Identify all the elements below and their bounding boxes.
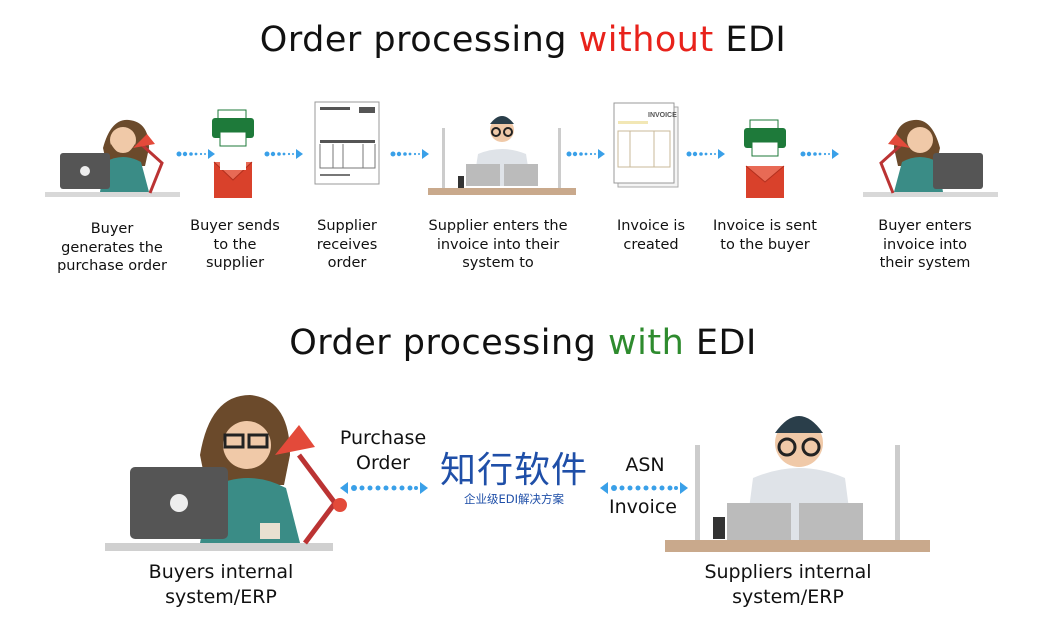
invoice-document-icon: INVOICE (613, 102, 679, 188)
title-prefix: Order processing (259, 20, 579, 60)
watermark-brand: 知行软件 (439, 450, 588, 491)
flow-arrow (390, 149, 429, 159)
step-label: Invoice is created (616, 218, 686, 253)
title-highlight: with (608, 323, 685, 363)
buyer-erp-label: Buyers internal system/ERP (148, 561, 294, 608)
supplier-at-desk-icon (428, 116, 576, 195)
title-with-edi: Order processing with EDI (0, 323, 1046, 363)
watermark-tagline: 企业级EDI解决方案 (463, 492, 564, 506)
purchase-order-label: Purchase Order (339, 427, 427, 474)
svg-text:INVOICE: INVOICE (648, 112, 677, 119)
buyer-illustration (105, 395, 347, 551)
printer-mail-icon (744, 119, 786, 198)
invoice-label: Invoice (609, 496, 677, 518)
flow-arrow (566, 149, 605, 159)
step-label: Supplier enters the invoice into their s… (428, 218, 568, 271)
flow-arrow (686, 149, 725, 159)
bidirectional-arrow (600, 482, 688, 494)
supplier-illustration (665, 416, 930, 552)
flow-arrow (176, 149, 215, 159)
order-document-icon (314, 101, 380, 185)
step-label: Invoice is sent to the buyer (713, 218, 817, 253)
supplier-erp-label: Suppliers internal system/ERP (704, 561, 872, 608)
title-without-edi: Order processing without EDI (0, 20, 1046, 60)
title-suffix: EDI (713, 20, 787, 60)
flow-arrow (800, 149, 839, 159)
title-prefix: Order processing (289, 323, 609, 363)
watermark-logo: 知行软件 企业级EDI解决方案 (435, 450, 593, 506)
step-label: Buyer generates the purchase order (57, 221, 167, 274)
printer-mail-icon (212, 109, 254, 198)
title-highlight: without (578, 20, 714, 60)
step-label: Supplier receives order (316, 218, 378, 271)
asn-label: ASN (625, 454, 665, 476)
flow-arrow (264, 149, 303, 159)
buyer-at-laptop-icon (45, 119, 180, 197)
step-label: Buyer sends to the supplier (190, 218, 280, 271)
title-suffix: EDI (684, 323, 757, 363)
bidirectional-arrow (340, 482, 428, 494)
buyer-at-laptop-icon (863, 119, 998, 197)
step-label: Buyer enters invoice into their system (878, 218, 972, 271)
